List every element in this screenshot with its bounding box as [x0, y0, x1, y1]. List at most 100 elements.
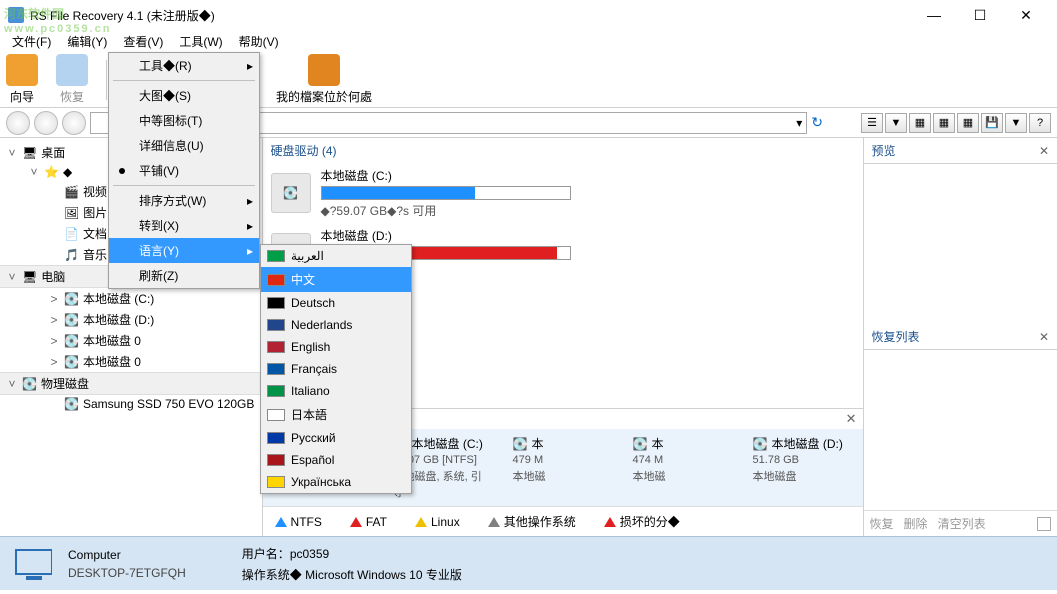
- expand-icon[interactable]: ˃: [48, 313, 60, 327]
- view-menu-item-5[interactable]: 平铺(V): [109, 158, 259, 183]
- thumb-title: 本: [651, 435, 663, 452]
- tree-icon: 🎵: [64, 248, 79, 262]
- preview-close-icon[interactable]: ✕: [1039, 144, 1049, 158]
- legend-label: 损坏的分◆: [620, 513, 680, 530]
- tree-item-10[interactable]: ˃💽本地磁盘 0: [0, 351, 262, 372]
- lang-menu-item-7[interactable]: 日本語: [261, 402, 411, 427]
- computer-icon: [12, 546, 52, 582]
- view-menu-item-10[interactable]: 刷新(Z): [109, 263, 259, 288]
- expand-icon[interactable]: ˅: [28, 165, 40, 179]
- menu-item-label: Українська: [291, 475, 351, 489]
- lang-menu-item-2[interactable]: Deutsch: [261, 292, 411, 314]
- computer-label: Computer: [68, 548, 186, 562]
- menu-edit[interactable]: 编辑(Y): [59, 31, 115, 52]
- thumb-4[interactable]: 💽本地磁盘 (D:)51.78 GB本地磁盘: [753, 435, 853, 500]
- expand-icon[interactable]: ˅: [6, 270, 18, 284]
- thumb-desc: 本地磁盘: [753, 468, 853, 484]
- tree-icon: 🖥: [22, 270, 37, 284]
- nav-back-button[interactable]: [6, 111, 30, 135]
- panel-close-icon[interactable]: ✕: [846, 411, 857, 427]
- right-pane: 预览 ✕ 恢复列表 ✕ 恢复 删除 清空列表: [863, 138, 1057, 536]
- view-option-5[interactable]: 💾: [981, 113, 1003, 133]
- view-option-0[interactable]: ☰: [861, 113, 883, 133]
- list-options-icon[interactable]: [1037, 517, 1051, 531]
- expand-icon[interactable]: ˃: [48, 292, 60, 306]
- lang-menu-item-8[interactable]: Русский: [261, 427, 411, 449]
- nav-forward-button[interactable]: [34, 111, 58, 135]
- menu-view[interactable]: 查看(V): [115, 31, 171, 52]
- view-menu-item-9[interactable]: 语言(Y)▸: [109, 238, 259, 263]
- tree-label: ◆: [63, 165, 72, 179]
- view-menu-item-3[interactable]: 中等图标(T): [109, 108, 259, 133]
- maximize-button[interactable]: ☐: [957, 0, 1003, 30]
- refresh-button[interactable]: ↻: [811, 114, 823, 131]
- titlebar: RS File Recovery 4.1 (未注册版◆) — ☐ ✕: [0, 0, 1057, 30]
- menu-item-label: العربية: [291, 249, 324, 263]
- legend-2: Linux: [415, 515, 460, 529]
- view-option-1[interactable]: ▼: [885, 113, 907, 133]
- address-dropdown-icon[interactable]: ▾: [796, 116, 802, 130]
- view-menu-item-2[interactable]: 大图◆(S): [109, 83, 259, 108]
- clear-list-button[interactable]: 清空列表: [938, 515, 986, 532]
- drive-item-0[interactable]: 💽本地磁盘 (C:)◆?59.07 GB◆?s 可用: [263, 163, 863, 223]
- tree-icon: 💽: [64, 292, 79, 306]
- tree-label: 本地磁盘 (D:): [83, 311, 154, 328]
- view-menu-item-0[interactable]: 工具◆(R)▸: [109, 53, 259, 78]
- view-option-2[interactable]: ▦: [909, 113, 931, 133]
- tree-item-11[interactable]: ˅💽物理磁盘: [0, 372, 262, 395]
- expand-icon[interactable]: ˃: [48, 355, 60, 369]
- legend-triangle-icon: [604, 517, 616, 527]
- submenu-arrow-icon: ▸: [247, 244, 253, 258]
- lang-menu-item-10[interactable]: Українська: [261, 471, 411, 493]
- expand-icon[interactable]: ˅: [6, 377, 18, 391]
- tree-icon: 📄: [64, 227, 79, 241]
- tree-item-8[interactable]: ˃💽本地磁盘 (D:): [0, 309, 262, 330]
- toolbar-label: 恢复: [60, 88, 84, 105]
- expand-icon[interactable]: ˅: [6, 146, 18, 160]
- view-option-3[interactable]: ▦: [933, 113, 955, 133]
- menu-file[interactable]: 文件(F): [4, 31, 59, 52]
- toolbar-button-6[interactable]: 我的檔案位於何處: [276, 54, 372, 105]
- lang-menu-item-5[interactable]: Français: [261, 358, 411, 380]
- menu-item-label: 平铺(V): [139, 162, 179, 179]
- view-option-4[interactable]: ▦: [957, 113, 979, 133]
- lang-menu-item-0[interactable]: العربية: [261, 245, 411, 267]
- view-option-6[interactable]: ▼: [1005, 113, 1027, 133]
- menu-item-label: English: [291, 340, 330, 354]
- view-option-7[interactable]: ?: [1029, 113, 1051, 133]
- menu-help[interactable]: 帮助(V): [231, 31, 287, 52]
- thumb-disk-icon: 💽: [633, 437, 648, 451]
- lang-menu-item-1[interactable]: 中文: [261, 267, 411, 292]
- os-value: Microsoft Windows 10 专业版: [305, 568, 462, 582]
- tree-item-12[interactable]: 💽Samsung SSD 750 EVO 120GB: [0, 395, 262, 413]
- tree-item-7[interactable]: ˃💽本地磁盘 (C:): [0, 288, 262, 309]
- flag-icon: [267, 409, 285, 421]
- view-menu-item-8[interactable]: 转到(X)▸: [109, 213, 259, 238]
- thumb-2[interactable]: 💽本479 M本地磁: [513, 435, 613, 500]
- menu-tools[interactable]: 工具(W): [171, 31, 230, 52]
- lang-menu-item-9[interactable]: Español: [261, 449, 411, 471]
- tree-label: 本地磁盘 0: [83, 353, 141, 370]
- lang-menu-item-4[interactable]: English: [261, 336, 411, 358]
- toolbar-button-0[interactable]: 向导: [6, 54, 38, 105]
- delete-button[interactable]: 删除: [904, 515, 928, 532]
- menu-item-label: 日本語: [291, 406, 327, 423]
- tree-item-9[interactable]: ˃💽本地磁盘 0: [0, 330, 262, 351]
- preview-title: 预览: [872, 142, 896, 159]
- minimize-button[interactable]: —: [911, 0, 957, 30]
- window-title: RS File Recovery 4.1 (未注册版◆): [30, 7, 911, 24]
- recovery-close-icon[interactable]: ✕: [1039, 330, 1049, 344]
- toolbar-button-1: 恢复: [56, 54, 88, 105]
- lang-menu-item-3[interactable]: Nederlands: [261, 314, 411, 336]
- tree-icon: 💽: [22, 377, 37, 391]
- close-button[interactable]: ✕: [1003, 0, 1049, 30]
- view-menu-item-4[interactable]: 详细信息(U): [109, 133, 259, 158]
- view-menu-item-7[interactable]: 排序方式(W)▸: [109, 188, 259, 213]
- flag-icon: [267, 341, 285, 353]
- tree-icon: 🖥: [22, 146, 37, 160]
- expand-icon[interactable]: ˃: [48, 334, 60, 348]
- recover-button[interactable]: 恢复: [870, 515, 894, 532]
- thumb-3[interactable]: 💽本474 M本地磁: [633, 435, 733, 500]
- lang-menu-item-6[interactable]: Italiano: [261, 380, 411, 402]
- nav-up-button[interactable]: [62, 111, 86, 135]
